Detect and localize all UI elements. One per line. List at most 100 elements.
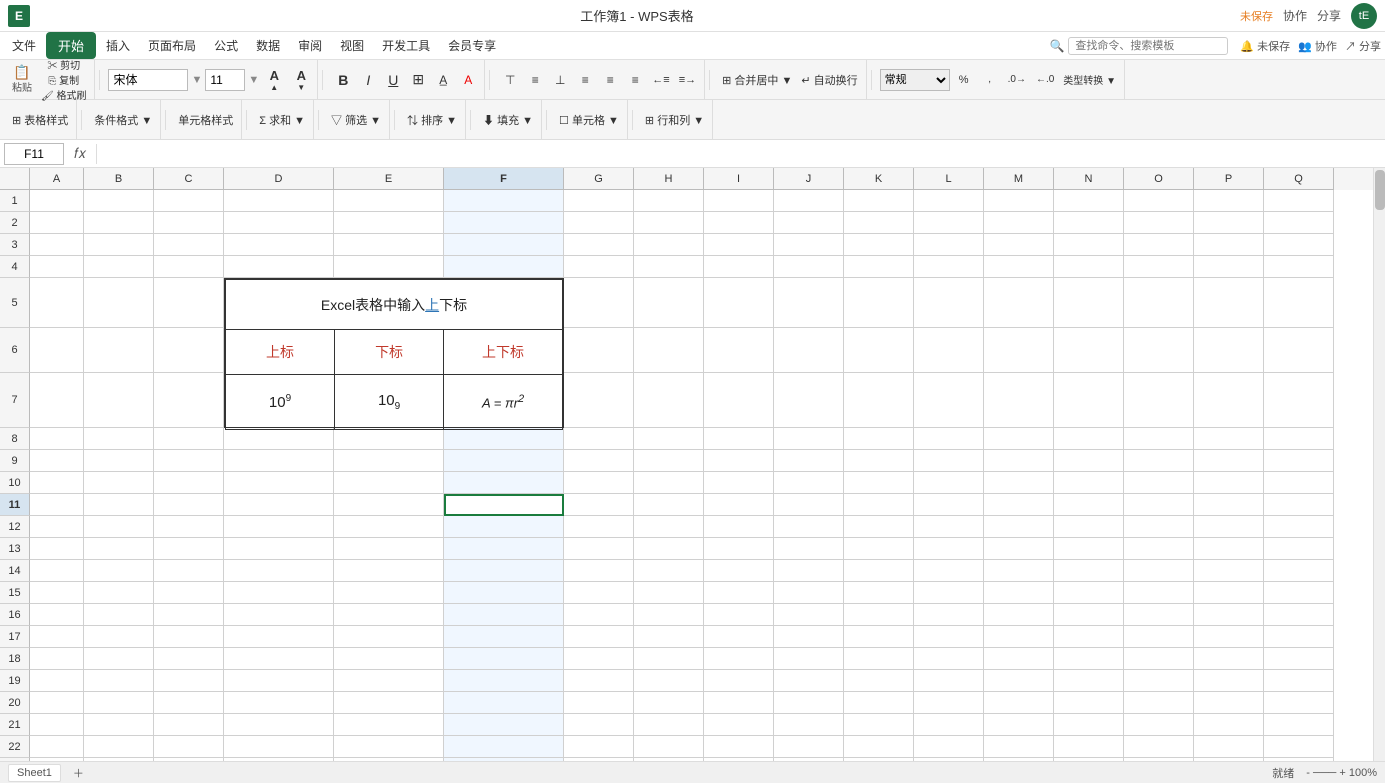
cell[interactable] (634, 494, 704, 516)
cell[interactable] (564, 373, 634, 428)
cell[interactable] (224, 692, 334, 714)
cell[interactable] (154, 626, 224, 648)
cell[interactable] (154, 373, 224, 428)
cell[interactable] (774, 560, 844, 582)
row-number[interactable]: 23 (0, 758, 30, 761)
cell[interactable] (564, 428, 634, 450)
cell[interactable] (84, 648, 154, 670)
col-header-b[interactable]: B (84, 168, 154, 190)
cell[interactable] (1194, 190, 1264, 212)
cell[interactable] (844, 428, 914, 450)
dec-dec-button[interactable]: ←.0 (1032, 65, 1058, 95)
cell[interactable] (634, 516, 704, 538)
cell[interactable] (30, 626, 84, 648)
cell[interactable] (564, 626, 634, 648)
collab-button[interactable]: 协作 (1283, 7, 1307, 24)
cell[interactable] (564, 758, 634, 761)
cell[interactable] (154, 604, 224, 626)
cell-reference-box[interactable] (4, 143, 64, 165)
cell[interactable] (154, 582, 224, 604)
cell[interactable] (1054, 450, 1124, 472)
menu-data[interactable]: 数据 (248, 34, 288, 57)
cell[interactable] (984, 560, 1054, 582)
filter-button[interactable]: ▽ 筛选 ▼ (327, 105, 385, 135)
menu-developer[interactable]: 开发工具 (374, 34, 438, 57)
cell[interactable] (1194, 212, 1264, 234)
cell[interactable] (84, 190, 154, 212)
cell[interactable] (334, 450, 444, 472)
cell[interactable] (154, 714, 224, 736)
cell[interactable] (1264, 648, 1334, 670)
cell[interactable] (30, 714, 84, 736)
cell[interactable] (914, 278, 984, 328)
cell[interactable] (1194, 582, 1264, 604)
cell[interactable] (84, 234, 154, 256)
cell[interactable] (774, 648, 844, 670)
font-size-input[interactable] (205, 69, 245, 91)
cell[interactable] (1054, 714, 1124, 736)
cell[interactable] (634, 428, 704, 450)
cell[interactable] (1194, 428, 1264, 450)
cell[interactable] (564, 670, 634, 692)
cell[interactable] (1124, 538, 1194, 560)
cell[interactable] (564, 714, 634, 736)
cell[interactable] (704, 692, 774, 714)
cell[interactable] (444, 714, 564, 736)
cell[interactable] (704, 604, 774, 626)
cell[interactable] (30, 758, 84, 761)
collab-label[interactable]: 👥 协作 (1298, 38, 1337, 54)
cell[interactable] (914, 190, 984, 212)
cell[interactable] (634, 626, 704, 648)
font-color-button[interactable]: A (456, 65, 480, 95)
cell[interactable] (1054, 190, 1124, 212)
cell[interactable] (1054, 278, 1124, 328)
cell[interactable] (844, 190, 914, 212)
cell[interactable] (84, 538, 154, 560)
cell[interactable] (84, 714, 154, 736)
row-number[interactable]: 9 (0, 450, 30, 472)
add-sheet-button[interactable]: ＋ (73, 765, 84, 781)
cell[interactable] (1264, 582, 1334, 604)
cell[interactable] (774, 450, 844, 472)
cell[interactable] (444, 582, 564, 604)
cell[interactable] (984, 714, 1054, 736)
cell[interactable] (914, 714, 984, 736)
cell[interactable] (30, 736, 84, 758)
cell[interactable] (1124, 560, 1194, 582)
cell[interactable] (444, 648, 564, 670)
cell[interactable] (774, 626, 844, 648)
cell[interactable] (30, 648, 84, 670)
cell[interactable] (984, 670, 1054, 692)
cell[interactable] (984, 472, 1054, 494)
cell[interactable] (774, 714, 844, 736)
align-middle-button[interactable]: ≡ (523, 65, 547, 95)
row-number[interactable]: 19 (0, 670, 30, 692)
cell[interactable] (634, 538, 704, 560)
cell[interactable] (844, 670, 914, 692)
cell[interactable] (1264, 736, 1334, 758)
cell[interactable] (564, 648, 634, 670)
cell[interactable] (914, 516, 984, 538)
cell[interactable] (224, 670, 334, 692)
cell[interactable] (984, 758, 1054, 761)
cell[interactable] (564, 582, 634, 604)
cell[interactable] (444, 472, 564, 494)
cell[interactable] (444, 626, 564, 648)
search-input[interactable] (1068, 37, 1228, 55)
font-name-input[interactable] (108, 69, 188, 91)
col-header-l[interactable]: L (914, 168, 984, 190)
cell[interactable] (30, 516, 84, 538)
cell[interactable] (844, 692, 914, 714)
cell[interactable] (84, 516, 154, 538)
cell[interactable] (1264, 190, 1334, 212)
cell[interactable] (334, 604, 444, 626)
cell[interactable] (704, 212, 774, 234)
menu-view[interactable]: 视图 (332, 34, 372, 57)
cell[interactable] (84, 256, 154, 278)
sheet-tab[interactable]: Sheet1 (8, 764, 61, 782)
cell[interactable] (564, 234, 634, 256)
cell[interactable] (704, 428, 774, 450)
cell[interactable] (154, 538, 224, 560)
cell[interactable] (224, 190, 334, 212)
cell[interactable] (704, 560, 774, 582)
